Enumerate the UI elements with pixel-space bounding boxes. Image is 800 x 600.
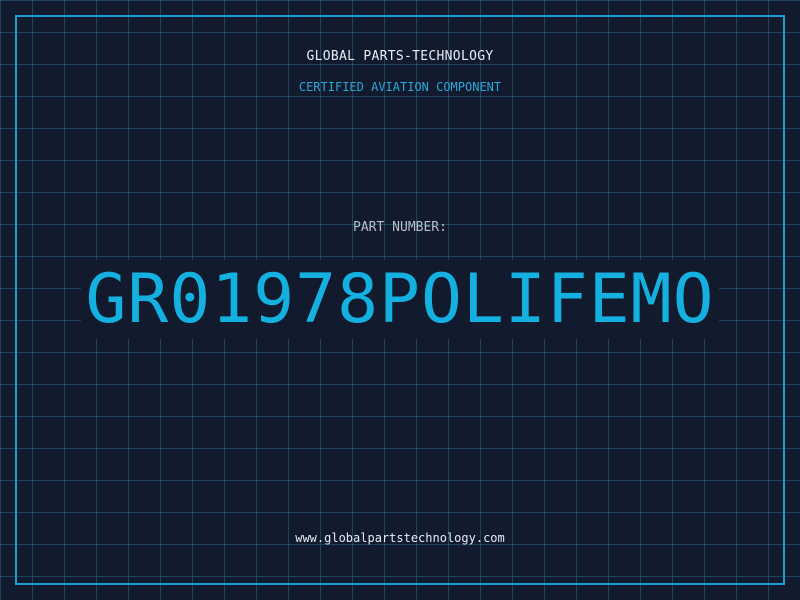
- certification-subtitle: CERTIFIED AVIATION COMPONENT: [298, 80, 502, 94]
- company-name: GLOBAL PARTS-TECHNOLOGY: [306, 49, 494, 64]
- part-number-value-wrap: GR01978POLIFEMO: [0, 260, 800, 340]
- website-url: www.globalpartstechnology.com: [295, 531, 505, 545]
- part-number-value: GR01978POLIFEMO: [81, 260, 719, 339]
- label-canvas: GLOBAL PARTS-TECHNOLOGY CERTIFIED AVIATI…: [0, 0, 800, 600]
- part-number-label: PART NUMBER:: [353, 220, 447, 235]
